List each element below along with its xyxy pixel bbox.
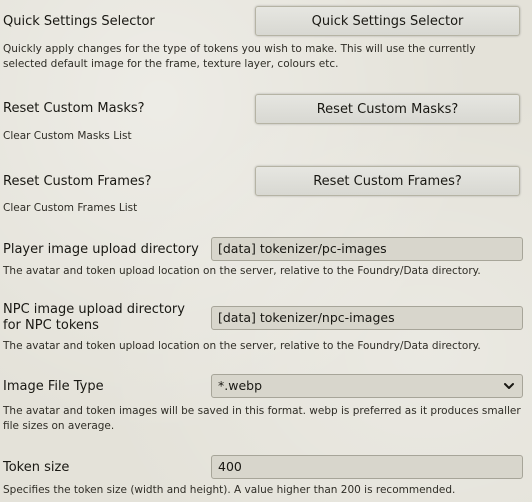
chevron-down-icon [504, 383, 514, 389]
quick-settings-label: Quick Settings Selector [3, 14, 155, 29]
file-type-selected: *.webp [218, 378, 263, 393]
reset-masks-button[interactable]: Reset Custom Masks? [255, 94, 520, 124]
npc-dir-input[interactable]: [data] tokenizer/npc-images [211, 306, 523, 330]
player-dir-hint: The avatar and token upload location on … [3, 265, 481, 277]
file-type-select[interactable]: *.webp [211, 374, 523, 398]
token-size-input[interactable]: 400 [211, 455, 523, 479]
reset-frames-label: Reset Custom Frames? [3, 174, 152, 189]
reset-frames-hint: Clear Custom Frames List [3, 202, 138, 214]
token-size-hint: Specifies the token size (width and heig… [3, 484, 456, 496]
reset-masks-hint: Clear Custom Masks List [3, 130, 132, 142]
reset-frames-button[interactable]: Reset Custom Frames? [255, 166, 520, 196]
reset-masks-label: Reset Custom Masks? [3, 101, 145, 116]
file-type-label: Image File Type [3, 379, 104, 394]
player-dir-input[interactable]: [data] tokenizer/pc-images [211, 237, 523, 261]
npc-dir-hint: The avatar and token upload location on … [3, 340, 481, 352]
token-size-label: Token size [3, 460, 70, 475]
npc-dir-label: NPC image upload directory for NPC token… [3, 302, 185, 333]
quick-settings-hint: Quickly apply changes for the type of to… [3, 43, 476, 70]
file-type-hint: The avatar and token images will be save… [3, 405, 521, 432]
quick-settings-button[interactable]: Quick Settings Selector [255, 6, 520, 36]
player-dir-label: Player image upload directory [3, 242, 199, 257]
